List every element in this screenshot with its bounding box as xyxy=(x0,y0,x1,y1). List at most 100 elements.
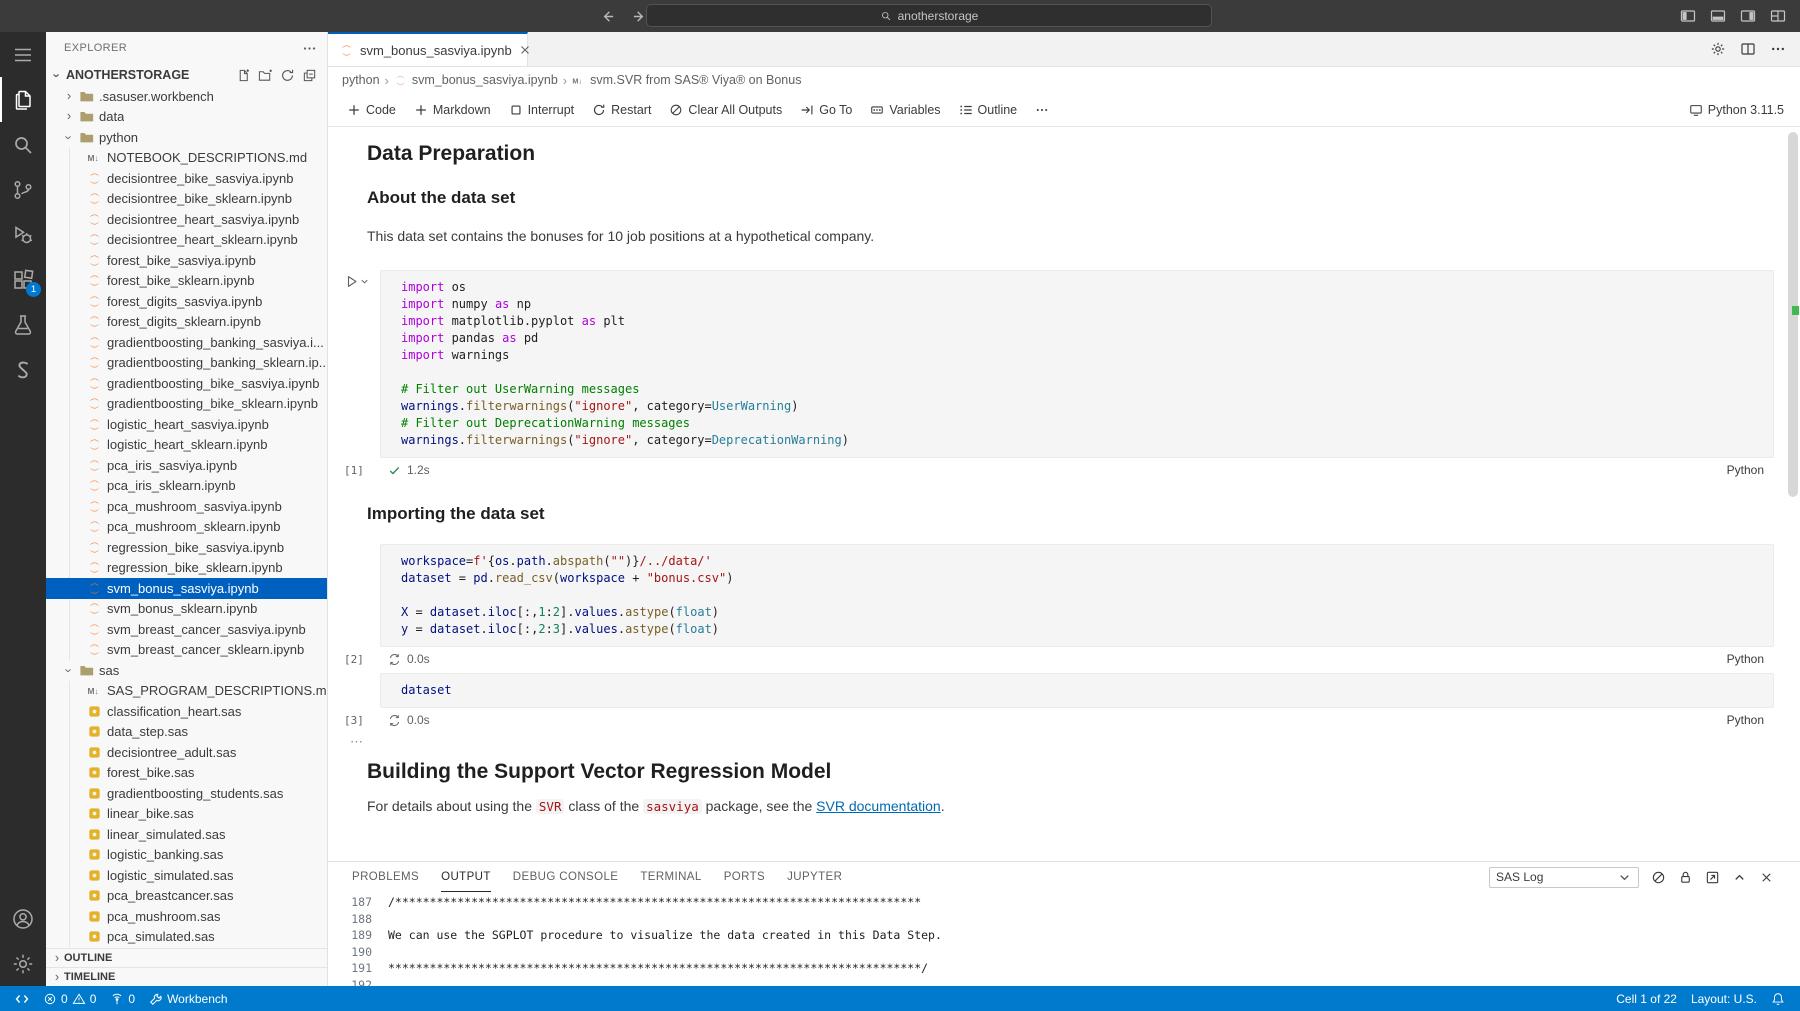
tree-file-pca_iris_sasviya.ipynb[interactable]: pca_iris_sasviya.ipynb xyxy=(46,455,327,476)
tree-file-gradientboosting_banking_sklearn.ip...[interactable]: gradientboosting_banking_sklearn.ip... xyxy=(46,353,327,374)
workspace-root-folder[interactable]: › ANOTHERSTORAGE xyxy=(46,64,327,86)
tree-file-data_step.sas[interactable]: data_step.sas xyxy=(46,722,327,743)
toolbar-code-button[interactable]: Code xyxy=(340,100,403,120)
new-folder-button[interactable] xyxy=(258,68,273,83)
tab-svm-bonus-sasviya[interactable]: svm_bonus_sasviya.ipynb xyxy=(328,32,528,66)
tree-file-gradientboosting_bike_sklearn.ipynb[interactable]: gradientboosting_bike_sklearn.ipynb xyxy=(46,394,327,415)
cell-language-picker[interactable]: Python xyxy=(1727,463,1774,477)
activity-testing-button[interactable] xyxy=(0,302,46,347)
outline-section-header[interactable]: › OUTLINE xyxy=(46,948,327,967)
tree-file-logistic_banking.sas[interactable]: logistic_banking.sas xyxy=(46,845,327,866)
toolbar-clear-all-outputs-button[interactable]: Clear All Outputs xyxy=(662,100,789,120)
code-cell[interactable]: workspace=f'{os.path.abspath("")}/../dat… xyxy=(344,544,1774,647)
panel-tab-jupyter[interactable]: JUPYTER xyxy=(787,862,842,892)
new-file-button[interactable] xyxy=(236,68,251,83)
tab-close-button[interactable] xyxy=(518,43,532,57)
run-cell-button[interactable] xyxy=(344,270,380,289)
tree-file-pca_breastcancer.sas[interactable]: pca_breastcancer.sas xyxy=(46,886,327,907)
toolbar-more-actions-button[interactable] xyxy=(1028,100,1056,120)
tree-file-linear_bike.sas[interactable]: linear_bike.sas xyxy=(46,804,327,825)
panel-tab-debug-console[interactable]: DEBUG CONSOLE xyxy=(513,862,619,892)
panel-tab-ports[interactable]: PORTS xyxy=(724,862,765,892)
tree-file-forest_bike.sas[interactable]: forest_bike.sas xyxy=(46,763,327,784)
svr-documentation-link[interactable]: SVR documentation xyxy=(816,798,941,814)
problems-indicator[interactable]: 0 0 xyxy=(38,986,101,1011)
tree-file-svm_breast_cancer_sklearn.ipynb[interactable]: svm_breast_cancer_sklearn.ipynb xyxy=(46,640,327,661)
close-panel-button[interactable] xyxy=(1759,870,1774,885)
views-more-actions-button[interactable] xyxy=(302,41,317,56)
back-button[interactable] xyxy=(596,5,618,27)
lock-scrolling-button[interactable] xyxy=(1678,870,1693,885)
activity-sas-extension-button[interactable] xyxy=(0,347,46,392)
toolbar-go-to-button[interactable]: Go To xyxy=(793,100,859,120)
maximize-panel-button[interactable] xyxy=(1732,870,1747,885)
tree-file-forest_bike_sklearn.ipynb[interactable]: forest_bike_sklearn.ipynb xyxy=(46,271,327,292)
output-channel-select[interactable]: SAS Log xyxy=(1489,867,1639,888)
activity-extensions-button[interactable]: 1 xyxy=(0,257,46,302)
ports-indicator[interactable]: 0 xyxy=(105,986,140,1011)
tree-file-NOTEBOOK_DESCRIPTIONS.md[interactable]: M↓NOTEBOOK_DESCRIPTIONS.md xyxy=(46,148,327,169)
activity-settings-button[interactable] xyxy=(0,941,46,986)
tree-file-gradientboosting_banking_sasviya.i...[interactable]: gradientboosting_banking_sasviya.i... xyxy=(46,332,327,353)
activity-run-debug-button[interactable] xyxy=(0,212,46,257)
tree-file-pca_mushroom_sasviya.ipynb[interactable]: pca_mushroom_sasviya.ipynb xyxy=(46,496,327,517)
tree-file-decisiontree_bike_sasviya.ipynb[interactable]: decisiontree_bike_sasviya.ipynb xyxy=(46,168,327,189)
workbench-indicator[interactable]: Workbench xyxy=(144,986,232,1011)
tree-file-regression_bike_sklearn.ipynb[interactable]: regression_bike_sklearn.ipynb xyxy=(46,558,327,579)
toolbar-outline-button[interactable]: Outline xyxy=(952,100,1025,120)
tree-file-pca_simulated.sas[interactable]: pca_simulated.sas xyxy=(46,927,327,948)
open-output-in-editor-button[interactable] xyxy=(1705,870,1720,885)
tree-file-pca_mushroom.sas[interactable]: pca_mushroom.sas xyxy=(46,906,327,927)
tree-file-classification_heart.sas[interactable]: classification_heart.sas xyxy=(46,701,327,722)
cell-language-picker[interactable]: Python xyxy=(1727,652,1774,666)
breadcrumb-heading[interactable]: svm.SVR from SAS® Viya® on Bonus xyxy=(590,73,801,87)
command-center-search[interactable]: anotherstorage xyxy=(646,4,1212,27)
tree-file-logistic_heart_sasviya.ipynb[interactable]: logistic_heart_sasviya.ipynb xyxy=(46,414,327,435)
split-editor-button[interactable] xyxy=(1740,41,1756,57)
tree-file-decisiontree_bike_sklearn.ipynb[interactable]: decisiontree_bike_sklearn.ipynb xyxy=(46,189,327,210)
tree-file-forest_bike_sasviya.ipynb[interactable]: forest_bike_sasviya.ipynb xyxy=(46,250,327,271)
panel-tab-output[interactable]: OUTPUT xyxy=(441,862,491,892)
activity-explorer-button[interactable] xyxy=(0,77,46,122)
cell-editor[interactable]: dataset xyxy=(380,673,1774,708)
tree-file-svm_breast_cancer_sasviya.ipynb[interactable]: svm_breast_cancer_sasviya.ipynb xyxy=(46,619,327,640)
collapsed-cells-indicator[interactable]: ⋯ xyxy=(350,734,1774,752)
tree-file-gradientboosting_students.sas[interactable]: gradientboosting_students.sas xyxy=(46,783,327,804)
tree-folder-data[interactable]: ›data xyxy=(46,107,327,128)
notebook-settings-button[interactable] xyxy=(1710,41,1726,57)
cell-editor[interactable]: workspace=f'{os.path.abspath("")}/../dat… xyxy=(380,544,1774,647)
tree-folder-sas[interactable]: ›sas xyxy=(46,660,327,681)
remote-indicator[interactable] xyxy=(10,986,34,1011)
toolbar-variables-button[interactable]: Variables xyxy=(863,100,947,120)
tree-file-regression_bike_sasviya.ipynb[interactable]: regression_bike_sasviya.ipynb xyxy=(46,537,327,558)
tree-file-forest_digits_sklearn.ipynb[interactable]: forest_digits_sklearn.ipynb xyxy=(46,312,327,333)
tree-file-svm_bonus_sklearn.ipynb[interactable]: svm_bonus_sklearn.ipynb xyxy=(46,599,327,620)
toggle-secondary-sidebar-button[interactable] xyxy=(1740,8,1756,24)
cell-position-indicator[interactable]: Cell 1 of 22 xyxy=(1611,986,1682,1011)
tree-file-gradientboosting_bike_sasviya.ipynb[interactable]: gradientboosting_bike_sasviya.ipynb xyxy=(46,373,327,394)
panel-tab-problems[interactable]: PROBLEMS xyxy=(352,862,419,892)
toggle-sidebar-button[interactable] xyxy=(1680,8,1696,24)
cell-language-picker[interactable]: Python xyxy=(1727,713,1774,727)
tree-file-logistic_simulated.sas[interactable]: logistic_simulated.sas xyxy=(46,865,327,886)
tree-file-SAS_PROGRAM_DESCRIPTIONS.md[interactable]: M↓SAS_PROGRAM_DESCRIPTIONS.md xyxy=(46,681,327,702)
tree-folder-.sasuser.workbench[interactable]: ›.sasuser.workbench xyxy=(46,86,327,107)
tree-file-svm_bonus_sasviya.ipynb[interactable]: svm_bonus_sasviya.ipynb xyxy=(46,578,327,599)
tree-folder-python[interactable]: ›python xyxy=(46,127,327,148)
activity-menu-button[interactable] xyxy=(0,32,46,77)
tree-file-logistic_heart_sklearn.ipynb[interactable]: logistic_heart_sklearn.ipynb xyxy=(46,435,327,456)
activity-search-button[interactable] xyxy=(0,122,46,167)
activity-source-control-button[interactable] xyxy=(0,167,46,212)
timeline-section-header[interactable]: › TIMELINE xyxy=(46,967,327,986)
customize-layout-button[interactable] xyxy=(1770,8,1786,24)
toggle-panel-button[interactable] xyxy=(1710,8,1726,24)
tree-file-decisiontree_adult.sas[interactable]: decisiontree_adult.sas xyxy=(46,742,327,763)
editor-more-actions-button[interactable] xyxy=(1770,41,1786,57)
tree-file-linear_simulated.sas[interactable]: linear_simulated.sas xyxy=(46,824,327,845)
code-cell[interactable]: import osimport numpy as npimport matplo… xyxy=(344,270,1774,458)
notifications-button[interactable] xyxy=(1766,986,1790,1011)
cell-editor[interactable]: import osimport numpy as npimport matplo… xyxy=(380,270,1774,458)
kernel-picker[interactable]: Python 3.11.5 xyxy=(1689,103,1784,117)
tree-file-decisiontree_heart_sasviya.ipynb[interactable]: decisiontree_heart_sasviya.ipynb xyxy=(46,209,327,230)
toolbar-restart-button[interactable]: Restart xyxy=(585,100,658,120)
